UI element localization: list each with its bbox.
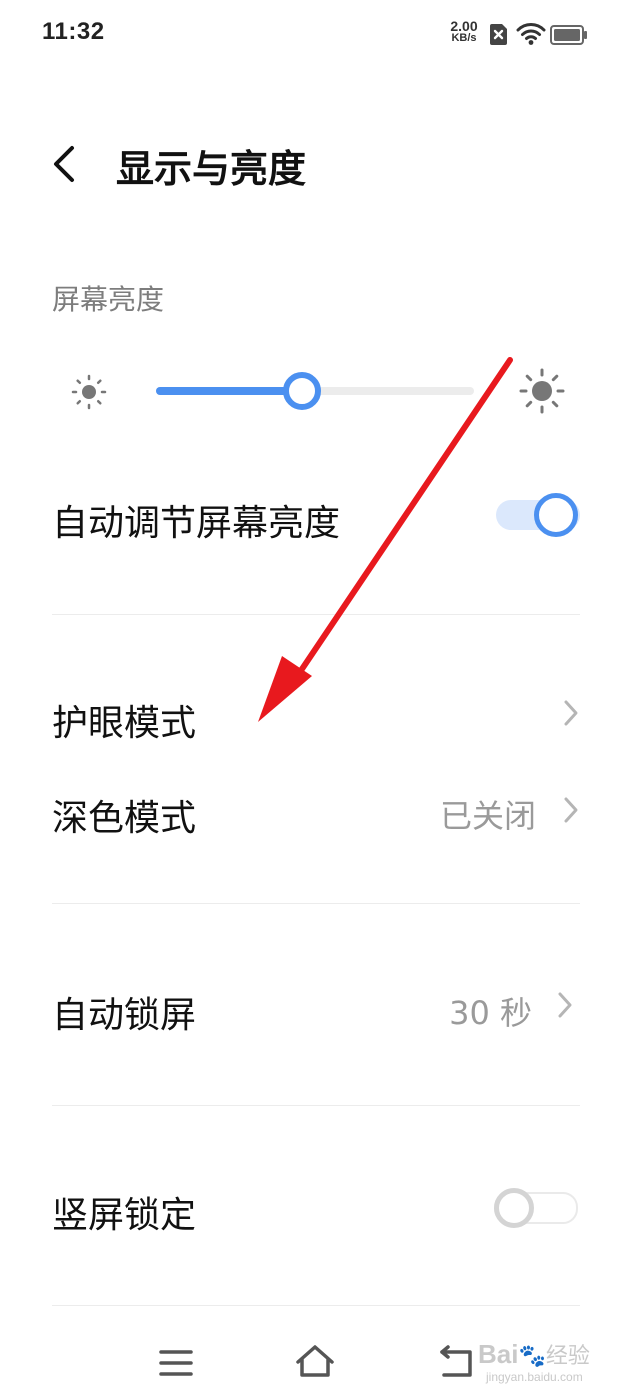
brightness-slider[interactable] — [156, 372, 474, 410]
watermark-brand: Bai — [478, 1339, 519, 1369]
divider — [52, 614, 580, 615]
auto-brightness-toggle[interactable] — [496, 493, 580, 537]
status-time: 11:32 — [42, 18, 105, 45]
menu-icon[interactable] — [156, 1343, 196, 1383]
watermark-brand-cn: 经验 — [545, 1343, 590, 1368]
brightness-slider-thumb[interactable] — [283, 372, 322, 410]
sim-x-icon — [490, 24, 507, 45]
paw-icon: 🐾 — [518, 1343, 546, 1368]
brightness-section-label: 屏幕亮度 — [52, 283, 165, 316]
auto-lock-row[interactable]: 自动锁屏 30 秒 — [0, 962, 630, 1052]
toggle-knob — [494, 1188, 534, 1228]
dark-mode-label: 深色模式 — [52, 798, 197, 839]
eye-protection-label: 护眼模式 — [52, 703, 197, 744]
divider — [52, 903, 580, 904]
brightness-slider-fill — [156, 387, 303, 395]
baidu-watermark: Bai🐾经验 jingyan.baidu.com — [478, 1338, 590, 1384]
divider — [52, 1105, 580, 1106]
dark-mode-row[interactable]: 深色模式 已关闭 — [0, 765, 630, 855]
home-icon[interactable] — [294, 1342, 336, 1382]
page-title: 显示与亮度 — [116, 147, 307, 191]
chevron-right-icon — [564, 797, 578, 823]
portrait-lock-label: 竖屏锁定 — [52, 1195, 197, 1236]
chevron-left-icon — [54, 146, 74, 182]
portrait-lock-toggle[interactable] — [494, 1186, 578, 1230]
battery-icon — [550, 25, 587, 45]
eye-protection-row[interactable]: 护眼模式 — [0, 670, 630, 760]
chevron-right-icon — [564, 700, 578, 726]
brightness-high-icon — [519, 368, 565, 414]
wifi-icon — [516, 23, 546, 45]
toggle-knob — [534, 493, 578, 537]
back-icon[interactable] — [436, 1342, 476, 1382]
network-speed: 2.00 KB/s — [444, 18, 484, 44]
auto-lock-label: 自动锁屏 — [52, 995, 197, 1036]
divider — [52, 1305, 580, 1306]
network-speed-value: 2.00 — [450, 18, 478, 34]
brightness-low-icon — [71, 374, 107, 410]
auto-brightness-label: 自动调节屏幕亮度 — [52, 503, 341, 544]
chevron-right-icon — [558, 992, 572, 1018]
back-button[interactable] — [44, 140, 88, 188]
auto-lock-value: 30 秒 — [449, 994, 532, 1032]
dark-mode-value: 已关闭 — [439, 797, 536, 835]
watermark-url: jingyan.baidu.com — [486, 1370, 583, 1384]
